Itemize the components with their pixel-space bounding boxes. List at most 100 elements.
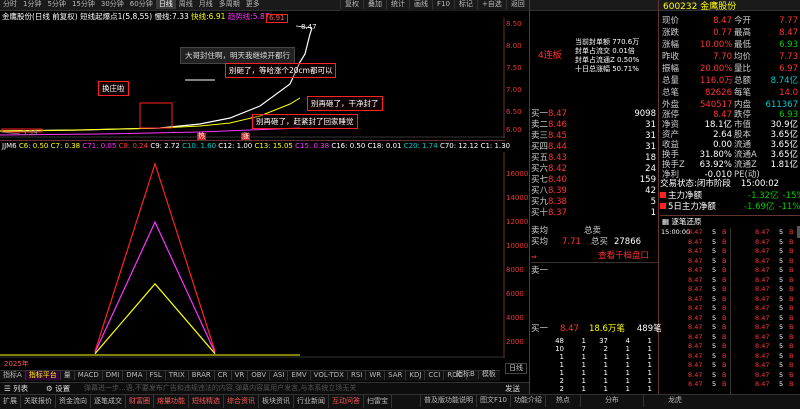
daily-label[interactable]: 日线 (505, 363, 527, 374)
tick-price: 8.47 (688, 247, 703, 255)
tab-indicator[interactable]: VR (232, 371, 249, 380)
info-value: 8.47 (713, 110, 732, 120)
tab-indicator[interactable]: DMA (123, 371, 147, 380)
tick-side: B (789, 266, 794, 274)
sub-item: C70: 12.12 (439, 142, 479, 150)
period-tab[interactable]: 30分钟 (98, 0, 127, 9)
status-item[interactable]: 功能介绍 (509, 394, 545, 407)
status-item[interactable]: 扩展 (0, 395, 21, 408)
status-item[interactable]: 关联报价 (21, 395, 56, 408)
comment-bubble[interactable]: 别再砸了，干净封了 (307, 96, 383, 111)
settings-button[interactable]: ⚙ 设置 (46, 385, 70, 393)
status-item[interactable]: 扫雷宝 (364, 395, 392, 408)
see-more-depth[interactable]: 查看千档盘口 (598, 252, 649, 261)
info-value: 63.92% (699, 160, 732, 170)
tick-price: 8.47 (688, 237, 703, 246)
tab-indicator[interactable]: FSL (147, 371, 166, 380)
draw-button[interactable]: 画线 (409, 0, 432, 9)
book-label: 卖三 (531, 131, 549, 141)
period-tab[interactable]: 60分钟 (127, 0, 156, 9)
overlay-button[interactable]: 叠加 (363, 0, 386, 9)
info-value: 1.81亿 (770, 160, 798, 170)
template-tab[interactable]: 模板 (477, 370, 499, 379)
book-label: 卖二 (531, 120, 549, 130)
book-volume: 159 (639, 175, 656, 185)
tab-indicator[interactable]: ASI (270, 371, 289, 380)
hot-mark[interactable]: 热 (197, 133, 206, 140)
period-tab-selected[interactable]: 日线 (155, 0, 176, 9)
list-button[interactable]: ☰ 列表 (4, 385, 28, 393)
fuquan-button[interactable]: 复权 (340, 0, 363, 9)
tab-indicator[interactable]: MACD (75, 371, 103, 380)
status-item[interactable]: 图文F10 (476, 394, 510, 407)
status-item[interactable]: 普及版功能说明 (420, 394, 476, 407)
period-tab[interactable]: 分时 (0, 0, 20, 9)
status-item[interactable]: 财富圈 (126, 395, 154, 408)
quote-value: 116.0万 (700, 76, 733, 86)
tab-indicator[interactable]: CR (215, 371, 232, 380)
status-item[interactable]: 互动问答 (329, 395, 364, 408)
sub-item: C1: 1.30 (480, 142, 511, 150)
tick-price: 8.47 (755, 285, 770, 293)
tick-volume: 5 (712, 380, 717, 388)
period-tab[interactable]: 1分钟 (20, 0, 44, 9)
status-item[interactable]: 综合资讯 (224, 395, 259, 408)
send-button[interactable]: 发送 (505, 385, 520, 393)
tab-indicator[interactable]: VOL-TDX (311, 371, 348, 380)
status-item[interactable]: 板块资讯 (259, 395, 294, 408)
book-price: 8.47 (548, 109, 567, 119)
low-mark: 5.59 (22, 129, 38, 137)
status-item[interactable]: 资金流向 (56, 395, 91, 408)
comment-bubble[interactable]: 换庄啦 (98, 81, 129, 96)
tab-indicator[interactable]: SAR (385, 371, 407, 380)
back-button[interactable]: 返回 (505, 0, 529, 9)
info-label: 流通Z (734, 160, 757, 170)
comment-bubble[interactable]: 大哥封住啊，明天我继续开都行 (180, 47, 295, 64)
tab-indicator[interactable]: TRIX (166, 371, 189, 380)
tab-indicator[interactable]: EMV (288, 371, 311, 380)
period-tab[interactable]: 5分钟 (44, 0, 68, 9)
queue-cell: 1 (647, 345, 652, 353)
rise-mark[interactable]: 涨 (241, 133, 250, 140)
tab-indicator[interactable]: 量 (61, 371, 75, 380)
tick-side: B (789, 285, 794, 293)
mark-button[interactable]: 标记 (453, 0, 477, 9)
status-item[interactable]: 短线精选 (189, 395, 224, 408)
period-tab[interactable]: 15分钟 (69, 0, 98, 9)
period-tab[interactable]: 月线 (196, 0, 216, 9)
fund-value: -1.69亿 (743, 202, 775, 212)
status-item[interactable]: 熔量功能 (154, 395, 189, 408)
indicator-b-tab[interactable]: 指标B (452, 370, 478, 379)
tab-indicator[interactable]: BRAR (189, 371, 215, 380)
sub-indicator-chart[interactable] (0, 152, 505, 358)
tab-indicator[interactable]: DMI (103, 371, 124, 380)
status-item[interactable]: 热点 (544, 394, 580, 407)
comment-bubble[interactable]: 别砸了，等哈涨个20cm都可以 (225, 63, 337, 78)
status-item[interactable]: 逐笔成交 (91, 395, 126, 408)
tab-indicator[interactable]: OBV (248, 371, 271, 380)
quote-value: 14.0 (779, 88, 798, 98)
tab-indicator[interactable]: RSI (348, 371, 367, 380)
tab-indicator[interactable]: CCI (425, 371, 445, 380)
period-tab[interactable]: 周线 (176, 0, 196, 9)
comment-bubble[interactable]: 别再砸了，赶紧封了回家睡觉 (252, 114, 358, 129)
f10-button[interactable]: F10 (432, 0, 454, 9)
period-tab[interactable]: 多周期 (216, 0, 243, 9)
order-info: 当前封单额 770.6万 封单占流交 0.01倍 封单占流通Z 0.50% 十日… (575, 38, 639, 74)
lianban-label: 4连板 (538, 51, 562, 61)
danmaku-input[interactable]: 弹幕进一步...语,不要发布广告和违规违法的内容,弹幕内容属用户发言,与本系统立… (84, 385, 356, 392)
stats-button[interactable]: 统计 (386, 0, 409, 9)
tick-side: B (789, 370, 794, 379)
add-watchlist-button[interactable]: +自选 (476, 0, 506, 9)
period-tab[interactable]: 更多 (243, 0, 263, 9)
status-item[interactable]: 龙虎 (642, 394, 706, 407)
stock-name: 金鹰股份 (700, 2, 737, 12)
tab-indicator[interactable]: WR (366, 371, 386, 380)
avg-sell-label: 卖均 (531, 226, 549, 236)
queue-cell: 1 (647, 369, 652, 377)
tab-indicator-selected[interactable]: 指标平台 (25, 371, 61, 380)
tab-indicator[interactable]: KDJ (406, 371, 426, 380)
status-item[interactable]: 行业新闻 (294, 395, 329, 408)
status-item[interactable]: 分布 (579, 394, 643, 407)
tab-indicator[interactable]: 指标A (0, 371, 26, 380)
